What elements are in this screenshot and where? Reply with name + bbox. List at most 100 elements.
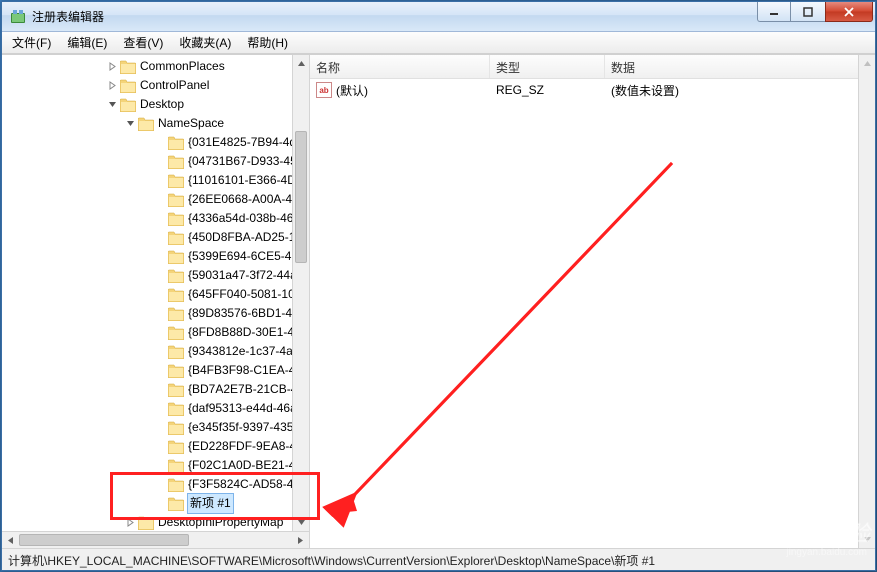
tree-item[interactable]: {04731B67-D933-450 xyxy=(6,152,292,171)
collapse-icon[interactable] xyxy=(106,99,118,111)
window-controls xyxy=(757,2,873,22)
statusbar: 计算机\HKEY_LOCAL_MACHINE\SOFTWARE\Microsof… xyxy=(2,548,875,570)
close-button[interactable] xyxy=(825,2,873,22)
scroll-thumb[interactable] xyxy=(19,534,189,546)
menu-favorites[interactable]: 收藏夹(A) xyxy=(171,31,239,54)
tree-item[interactable]: {F3F5824C-AD58-47 xyxy=(6,475,292,494)
tree-label: {26EE0668-A00A-44E xyxy=(188,190,292,209)
tree-scroll-viewport: CommonPlacesControlPanelDesktopNameSpace… xyxy=(2,55,292,531)
tree-label: {ED228FDF-9EA8-48 xyxy=(188,437,292,456)
tree-item[interactable]: DesktopIniPropertyMap xyxy=(6,513,292,531)
tree-item[interactable]: {645FF040-5081-101 xyxy=(6,285,292,304)
menu-help[interactable]: 帮助(H) xyxy=(239,31,296,54)
tree-item[interactable]: {11016101-E366-4D2 xyxy=(6,171,292,190)
folder-icon xyxy=(168,136,184,150)
expander-placeholder xyxy=(154,365,166,377)
tree-item[interactable]: Desktop xyxy=(6,95,292,114)
expander-placeholder xyxy=(154,498,166,510)
tree-horizontal-scrollbar[interactable] xyxy=(2,531,309,548)
tree-label: {645FF040-5081-101 xyxy=(188,285,292,304)
folder-icon xyxy=(168,269,184,283)
folder-icon xyxy=(168,250,184,264)
tree-label: Desktop xyxy=(140,95,184,114)
folder-icon xyxy=(168,383,184,397)
tree-item[interactable]: {59031a47-3f72-44a xyxy=(6,266,292,285)
expand-icon[interactable] xyxy=(106,61,118,73)
scroll-left-button[interactable] xyxy=(2,532,19,548)
cell-data: (数值未设置) xyxy=(605,82,875,99)
menu-edit[interactable]: 编辑(E) xyxy=(59,31,115,54)
string-value-icon: ab xyxy=(316,82,332,98)
expander-placeholder xyxy=(154,213,166,225)
tree-label: {daf95313-e44d-46a xyxy=(188,399,292,418)
tree-label: {031E4825-7B94-4dc xyxy=(188,133,292,152)
maximize-button[interactable] xyxy=(791,2,825,22)
tree-label: {e345f35f-9397-435c xyxy=(188,418,292,437)
tree-label: {F3F5824C-AD58-47 xyxy=(188,475,292,494)
tree-item[interactable]: {F02C1A0D-BE21-43 xyxy=(6,456,292,475)
tree-item[interactable]: {5399E694-6CE5-4D6 xyxy=(6,247,292,266)
tree-item[interactable]: {8FD8B88D-30E1-4F xyxy=(6,323,292,342)
tree-item[interactable]: {BD7A2E7B-21CB-41 xyxy=(6,380,292,399)
tree-label: {8FD8B88D-30E1-4F xyxy=(188,323,292,342)
expander-placeholder xyxy=(154,137,166,149)
folder-icon xyxy=(138,117,154,131)
scroll-up-button[interactable] xyxy=(859,55,875,72)
tree-item[interactable]: {89D83576-6BD1-4c xyxy=(6,304,292,323)
scroll-down-button[interactable] xyxy=(293,514,310,531)
col-type[interactable]: 类型 xyxy=(490,55,605,78)
list-header: 名称 类型 数据 xyxy=(310,55,875,79)
cell-type: REG_SZ xyxy=(490,83,605,97)
expander-placeholder xyxy=(154,194,166,206)
tree-label: {5399E694-6CE5-4D6 xyxy=(188,247,292,266)
tree-item[interactable]: {e345f35f-9397-435c xyxy=(6,418,292,437)
expander-placeholder xyxy=(154,232,166,244)
value-name: (默认) xyxy=(336,82,368,99)
expander-placeholder xyxy=(154,308,166,320)
tree-pane: CommonPlacesControlPanelDesktopNameSpace… xyxy=(2,55,310,548)
folder-icon xyxy=(168,288,184,302)
expander-placeholder xyxy=(154,403,166,415)
expander-placeholder xyxy=(154,422,166,434)
tree-vertical-scrollbar[interactable] xyxy=(292,55,309,531)
tree-item[interactable]: CommonPlaces xyxy=(6,57,292,76)
tree-item[interactable]: {daf95313-e44d-46a xyxy=(6,399,292,418)
menu-file[interactable]: 文件(F) xyxy=(4,31,59,54)
scroll-up-button[interactable] xyxy=(293,55,310,72)
collapse-icon[interactable] xyxy=(124,118,136,130)
expander-placeholder xyxy=(154,156,166,168)
expand-icon[interactable] xyxy=(124,517,136,529)
tree-item[interactable]: {9343812e-1c37-4a4 xyxy=(6,342,292,361)
scroll-right-button[interactable] xyxy=(292,532,309,548)
tree-item[interactable]: {B4FB3F98-C1EA-428 xyxy=(6,361,292,380)
registry-tree[interactable]: CommonPlacesControlPanelDesktopNameSpace… xyxy=(2,55,292,531)
expand-icon[interactable] xyxy=(106,80,118,92)
tree-label: {11016101-E366-4D2 xyxy=(188,171,292,190)
tree-item[interactable]: 新项 #1 xyxy=(6,494,292,513)
folder-icon xyxy=(168,212,184,226)
tree-item[interactable]: {4336a54d-038b-468 xyxy=(6,209,292,228)
col-data[interactable]: 数据 xyxy=(605,55,875,78)
list-pane: 名称 类型 数据 ab (默认) REG_SZ (数值未设置) xyxy=(310,55,875,548)
col-name[interactable]: 名称 xyxy=(310,55,490,78)
expander-placeholder xyxy=(154,479,166,491)
tree-item[interactable]: NameSpace xyxy=(6,114,292,133)
tree-item[interactable]: {450D8FBA-AD25-11 xyxy=(6,228,292,247)
tree-item[interactable]: ControlPanel xyxy=(6,76,292,95)
folder-icon xyxy=(168,478,184,492)
menu-view[interactable]: 查看(V) xyxy=(115,31,171,54)
app-icon xyxy=(10,9,26,25)
tree-label: {59031a47-3f72-44a xyxy=(188,266,292,285)
tree-label: ControlPanel xyxy=(140,76,209,95)
folder-icon xyxy=(120,60,136,74)
tree-item[interactable]: {ED228FDF-9EA8-48 xyxy=(6,437,292,456)
tree-item[interactable]: {031E4825-7B94-4dc xyxy=(6,133,292,152)
list-row[interactable]: ab (默认) REG_SZ (数值未设置) xyxy=(310,81,875,99)
tree-item[interactable]: {26EE0668-A00A-44E xyxy=(6,190,292,209)
list-vertical-scrollbar[interactable] xyxy=(858,55,875,548)
folder-icon xyxy=(168,364,184,378)
scroll-thumb[interactable] xyxy=(295,131,307,263)
minimize-button[interactable] xyxy=(757,2,791,22)
scroll-down-button[interactable] xyxy=(859,531,875,548)
folder-icon xyxy=(168,307,184,321)
